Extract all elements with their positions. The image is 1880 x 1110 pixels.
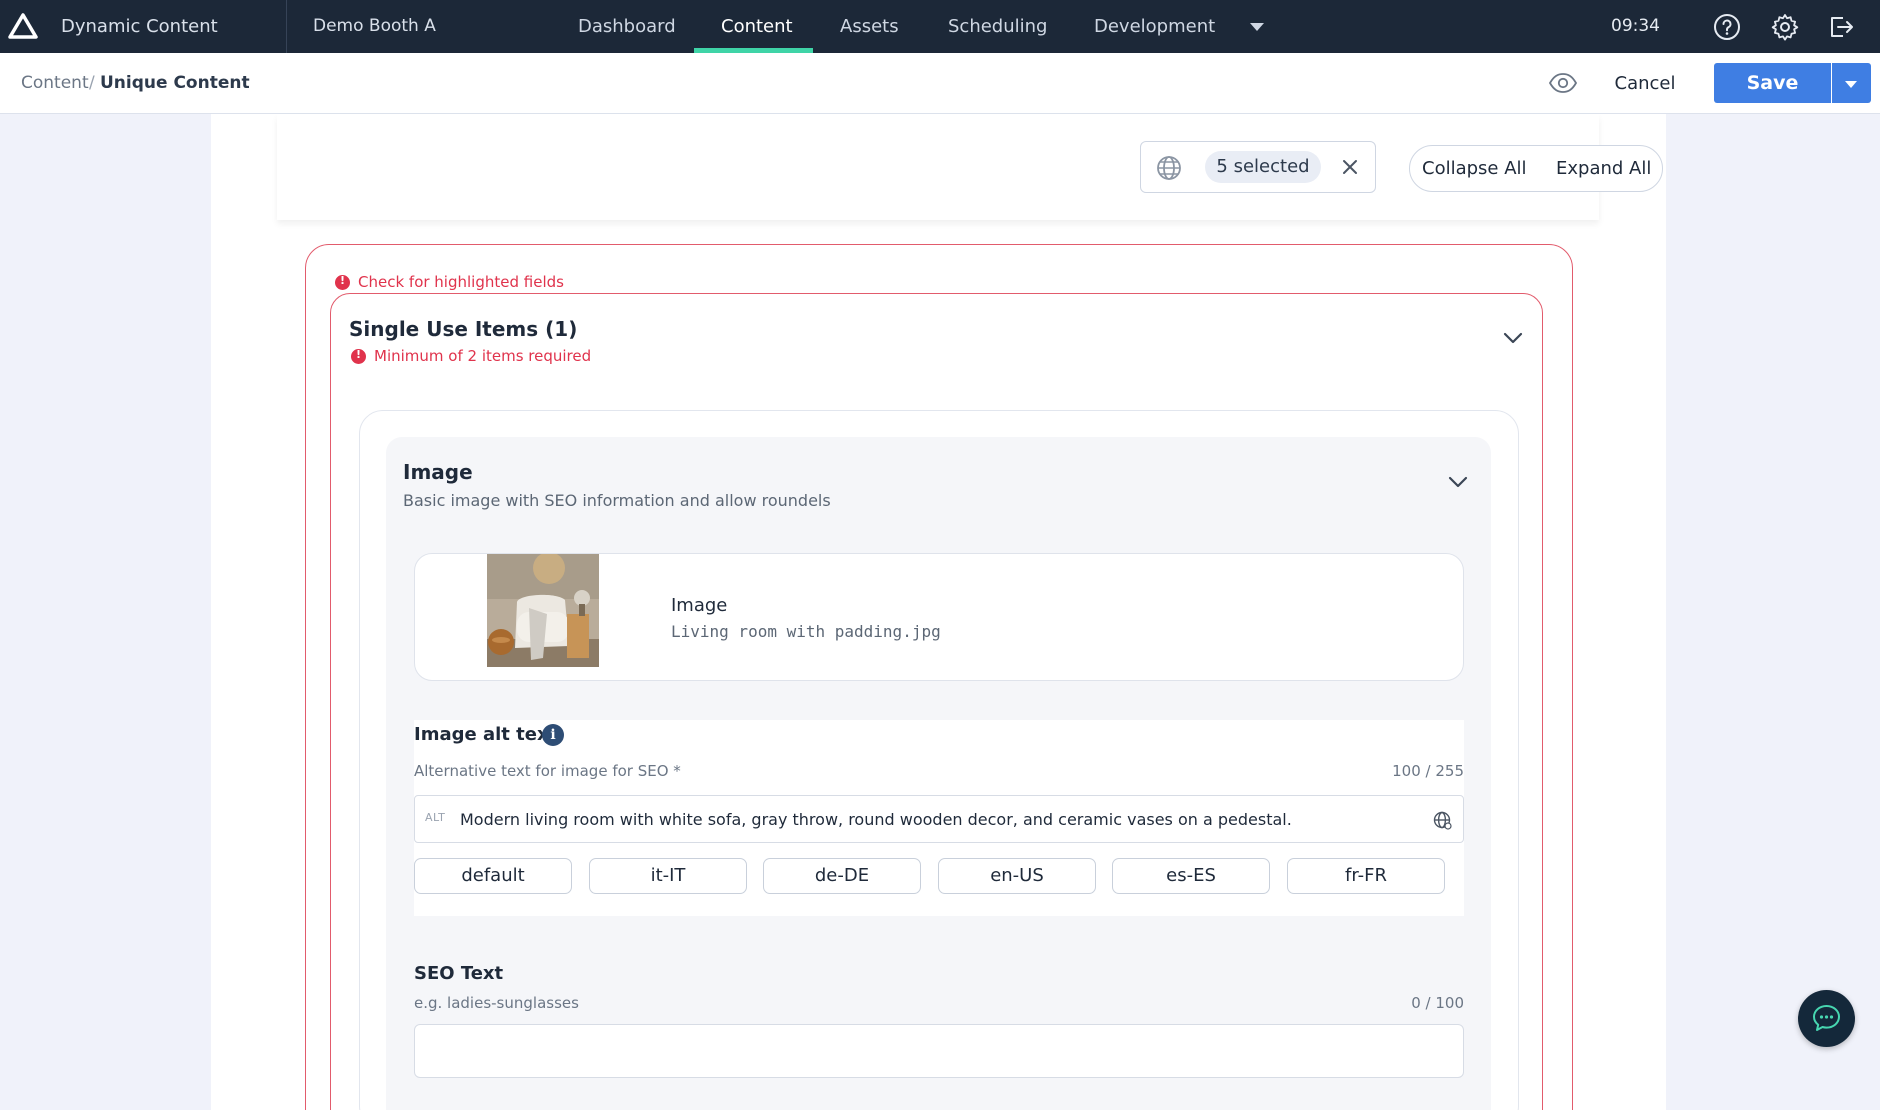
locale-button-default[interactable]: default xyxy=(414,858,572,894)
locale-selected-count: 5 selected xyxy=(1205,151,1321,183)
expand-all-button[interactable]: Expand All xyxy=(1556,146,1651,191)
image-label: Image xyxy=(671,595,728,616)
hub-selector[interactable]: Demo Booth A xyxy=(313,0,436,53)
clock-time: 09:34 xyxy=(1611,16,1660,36)
nav-assets[interactable]: Assets xyxy=(840,0,899,53)
content-form-canvas: 5 selected Collapse All Expand All Check… xyxy=(211,114,1666,1110)
collapse-expand-group: Collapse All Expand All xyxy=(1409,145,1663,192)
seo-text-title: SEO Text xyxy=(414,963,504,984)
nav-dashboard[interactable]: Dashboard xyxy=(578,0,676,53)
alt-text-input[interactable]: ALT Modern living room with white sofa, … xyxy=(414,795,1464,843)
chevron-down-icon[interactable] xyxy=(1447,475,1469,489)
localize-globe-icon[interactable] xyxy=(1432,810,1452,830)
content-header-bar: Content / Unique Content Cancel Save xyxy=(0,53,1880,114)
app-logo-icon[interactable] xyxy=(8,12,38,40)
clear-locales-icon[interactable] xyxy=(1339,156,1361,178)
alt-text-help: Alternative text for image for SEO * xyxy=(414,762,681,780)
top-navigation-bar: Dynamic Content Demo Booth A Dashboard C… xyxy=(0,0,1880,53)
header-divider xyxy=(286,0,287,53)
item-title: Image xyxy=(403,460,473,484)
section-title: Single Use Items (1) xyxy=(349,317,578,341)
seo-text-help: e.g. ladies-sunglasses xyxy=(414,994,579,1012)
help-icon[interactable] xyxy=(1713,13,1741,41)
form-error-message: Check for highlighted fields xyxy=(358,273,564,291)
chevron-down-icon[interactable] xyxy=(1502,331,1524,345)
alt-prefix-label: ALT xyxy=(425,811,446,824)
image-filename: Living room with padding.jpg xyxy=(671,622,941,641)
breadcrumb-separator: / xyxy=(89,73,95,93)
settings-icon[interactable] xyxy=(1771,13,1799,41)
form-toolbar: 5 selected Collapse All Expand All xyxy=(277,114,1663,220)
cancel-button[interactable]: Cancel xyxy=(1600,65,1690,103)
nav-scheduling[interactable]: Scheduling xyxy=(948,0,1047,53)
section-error-message: Minimum of 2 items required xyxy=(374,347,592,365)
error-icon xyxy=(335,274,350,290)
item-description: Basic image with SEO information and all… xyxy=(403,491,831,510)
preview-eye-icon[interactable] xyxy=(1548,70,1578,96)
app-title: Dynamic Content xyxy=(61,16,218,37)
locale-button-es-es[interactable]: es-ES xyxy=(1112,858,1270,894)
locale-filter[interactable]: 5 selected xyxy=(1140,141,1376,193)
chat-bubble-icon xyxy=(1813,1005,1840,1031)
globe-icon xyxy=(1157,156,1181,180)
error-icon xyxy=(351,348,366,364)
nav-more-dropdown-icon[interactable] xyxy=(1250,23,1264,31)
save-options-button[interactable] xyxy=(1832,63,1871,103)
collapse-all-button[interactable]: Collapse All xyxy=(1422,146,1527,191)
nav-content[interactable]: Content xyxy=(721,0,793,53)
image-thumbnail[interactable] xyxy=(487,554,599,667)
seo-text-input[interactable] xyxy=(414,1024,1464,1078)
locale-button-en-us[interactable]: en-US xyxy=(938,858,1096,894)
breadcrumb-current: Unique Content xyxy=(100,73,250,93)
alt-text-title: Image alt text xyxy=(414,724,558,745)
seo-text-counter: 0 / 100 xyxy=(1411,994,1464,1012)
alt-text-counter: 100 / 255 xyxy=(1392,762,1464,780)
locale-button-fr-fr[interactable]: fr-FR xyxy=(1287,858,1445,894)
save-button[interactable]: Save xyxy=(1714,63,1831,103)
chat-support-button[interactable] xyxy=(1798,990,1855,1047)
caret-down-icon xyxy=(1845,81,1857,88)
nav-development[interactable]: Development xyxy=(1094,0,1215,53)
logout-icon[interactable] xyxy=(1827,13,1855,41)
breadcrumb-content[interactable]: Content xyxy=(21,73,89,93)
locale-button-it-it[interactable]: it-IT xyxy=(589,858,747,894)
info-icon[interactable]: i xyxy=(542,724,564,746)
alt-text-value[interactable]: Modern living room with white sofa, gray… xyxy=(460,810,1292,829)
locale-button-de-de[interactable]: de-DE xyxy=(763,858,921,894)
